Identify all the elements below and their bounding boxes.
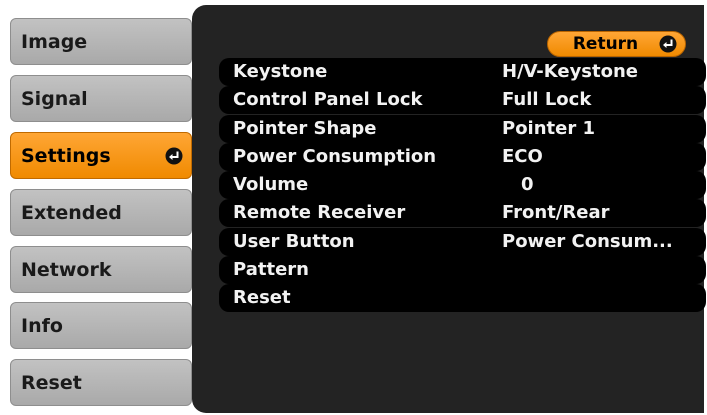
menu-row-value: H/V-Keystone: [502, 61, 639, 82]
sidebar-item-info[interactable]: Info: [10, 302, 192, 349]
menu-row-value: Pointer 1: [502, 117, 596, 139]
menu-row-label: Power Consumption: [233, 145, 437, 167]
menu-row-label: Reset: [233, 287, 291, 309]
menu-row-pointer-shape[interactable]: Pointer Shape Pointer 1: [219, 114, 706, 143]
sidebar-item-settings[interactable]: Settings: [10, 132, 192, 179]
sidebar-item-signal[interactable]: Signal: [10, 75, 192, 122]
sidebar-item-label: Network: [21, 258, 112, 281]
sidebar-item-label: Settings: [21, 144, 111, 167]
enter-arrow-icon: [659, 35, 677, 53]
enter-arrow-icon: [165, 147, 183, 164]
menu-row-label: Pointer Shape: [233, 117, 377, 139]
sidebar-item-network[interactable]: Network: [10, 246, 192, 293]
menu-row-label: User Button: [233, 230, 355, 252]
menu-row-value: Front/Rear: [502, 202, 610, 224]
sidebar-item-extended[interactable]: Extended: [10, 189, 192, 236]
menu-row-label: Volume: [233, 174, 309, 196]
menu-row-value: Power Consum...: [502, 230, 673, 252]
menu-row-keystone[interactable]: Keystone H/V-Keystone: [219, 58, 706, 86]
sidebar-item-label: Reset: [21, 371, 82, 394]
menu-row-value: 0: [521, 174, 534, 196]
menu-row-power-consumption[interactable]: Power Consumption ECO: [219, 142, 706, 171]
menu-row-pattern[interactable]: Pattern: [219, 256, 706, 285]
menu-row-label: Pattern: [233, 259, 309, 281]
menu-row-label: Control Panel Lock: [233, 89, 423, 111]
menu-row-label: Remote Receiver: [233, 202, 406, 224]
menu-row-value: Full Lock: [502, 89, 592, 111]
menu-row-reset[interactable]: Reset: [219, 284, 706, 313]
menu-row-remote-receiver[interactable]: Remote Receiver Front/Rear: [219, 199, 706, 228]
sidebar-item-image[interactable]: Image: [10, 18, 192, 65]
sidebar-item-label: Image: [21, 30, 88, 53]
menu-row-user-button[interactable]: User Button Power Consum...: [219, 227, 706, 256]
sidebar-item-label: Extended: [21, 201, 122, 224]
sidebar-item-label: Signal: [21, 87, 88, 110]
return-button[interactable]: Return: [547, 31, 686, 57]
menu-row-volume[interactable]: Volume 0: [219, 171, 706, 200]
return-button-label: Return: [572, 34, 639, 54]
menu-row-value: ECO: [502, 145, 543, 167]
settings-menu: Keystone H/V-Keystone Control Panel Lock…: [219, 58, 706, 313]
sidebar-item-label: Info: [21, 314, 63, 337]
menu-row-control-panel-lock[interactable]: Control Panel Lock Full Lock: [219, 86, 706, 115]
menu-row-label: Keystone: [233, 61, 328, 82]
sidebar-item-reset[interactable]: Reset: [10, 359, 192, 406]
